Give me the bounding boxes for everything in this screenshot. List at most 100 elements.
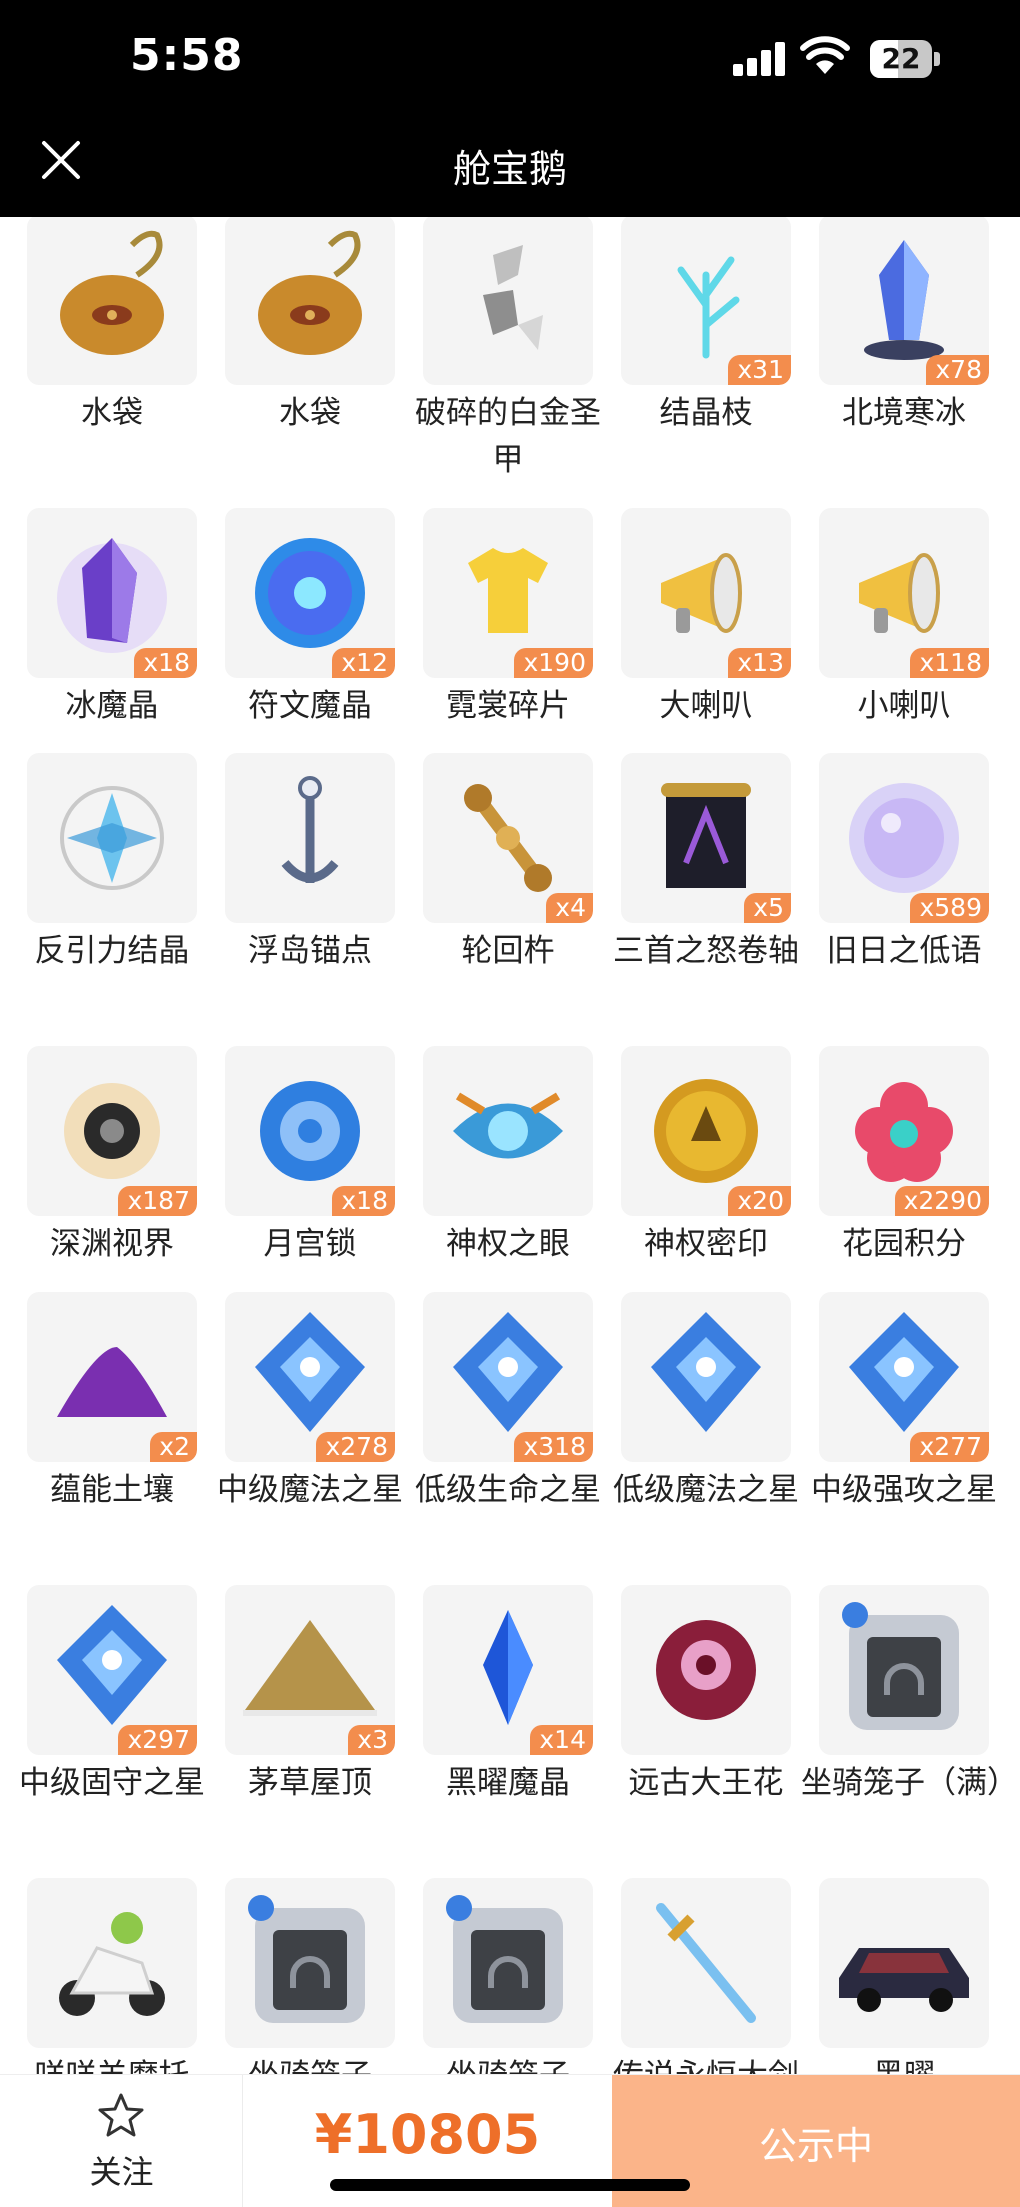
item-name: 三首之怒卷轴 — [613, 933, 799, 969]
item-tile — [27, 215, 197, 385]
pouch-icon — [60, 230, 164, 355]
broken-armor-icon — [483, 245, 543, 350]
divine-eye-icon — [453, 1092, 563, 1159]
count-badge: x18 — [134, 648, 197, 678]
cage-icon — [248, 1895, 365, 2023]
pouch-icon — [258, 230, 362, 355]
item-name: 小喇叭 — [857, 688, 951, 724]
count-badge: x589 — [910, 893, 989, 923]
item-name: 蕴能土壤 — [50, 1472, 174, 1508]
count-badge: x318 — [514, 1432, 593, 1462]
count-badge: x5 — [744, 893, 791, 923]
count-badge: x2290 — [894, 1186, 989, 1216]
item-tile: x3 — [225, 1585, 395, 1755]
item-name: 浮岛锚点 — [248, 933, 372, 969]
count-badge: x190 — [514, 648, 593, 678]
item-name: 大喇叭 — [659, 688, 753, 724]
item-name: 轮回杵 — [461, 933, 555, 969]
count-badge: x13 — [728, 648, 791, 678]
item-tile: x187 — [27, 1046, 197, 1216]
item-name: 低级魔法之星 — [613, 1472, 799, 1508]
count-badge: x14 — [530, 1725, 593, 1755]
battery-level: 22 — [881, 42, 921, 75]
item-tile — [27, 1878, 197, 2048]
wifi-icon — [800, 36, 850, 74]
cage-icon — [446, 1895, 563, 2023]
home-indicator — [330, 2179, 690, 2191]
item-name: 远古大王花 — [628, 1765, 784, 1801]
item-tile — [423, 1046, 593, 1216]
count-badge: x31 — [728, 355, 791, 385]
item-tile: x297 — [27, 1585, 197, 1755]
count-badge: x278 — [316, 1432, 395, 1462]
item-tile: x589 — [819, 753, 989, 923]
page-title: 舱宝鹅 — [452, 147, 567, 191]
item-tile — [225, 215, 395, 385]
item-tile — [621, 1292, 791, 1462]
public-status-label: 公示中 — [758, 2124, 873, 2168]
item-tile: x31 — [621, 215, 791, 385]
item-name: 霓裳碎片 — [446, 688, 570, 724]
item-tile: x20 — [621, 1046, 791, 1216]
cage-icon — [842, 1602, 959, 1730]
item-name: 冰魔晶 — [65, 688, 159, 724]
item-name: 反引力结晶 — [34, 933, 190, 969]
item-name: 旧日之低语 — [826, 933, 982, 969]
item-tile: x118 — [819, 508, 989, 678]
item-name: 中级固守之星 — [19, 1765, 205, 1801]
sword-icon — [656, 1903, 756, 2023]
top-bar: 5:58 22 舱宝鹅 — [0, 0, 1020, 217]
follow-button[interactable]: 关注 — [0, 2075, 243, 2207]
item-name: 中级魔法之星 — [217, 1472, 403, 1508]
item-tile — [27, 753, 197, 923]
item-name: 黑曜魔晶 — [446, 1765, 570, 1801]
item-name: 茅草屋顶 — [248, 1765, 372, 1801]
item-tile: x18 — [225, 1046, 395, 1216]
item-name: 月宫锁 — [263, 1226, 357, 1262]
item-name: 神权密印 — [644, 1226, 768, 1262]
item-tile: x13 — [621, 508, 791, 678]
item-tile: x4 — [423, 753, 593, 923]
count-badge: x187 — [118, 1186, 197, 1216]
item-name: 深渊视界 — [50, 1226, 174, 1262]
signal-icon — [733, 42, 785, 76]
item-tile: x2290 — [819, 1046, 989, 1216]
item-name: 结晶枝 — [659, 395, 753, 431]
item-name: 坐骑笼子（满） — [801, 1765, 1018, 1801]
price-value: ¥10805 — [314, 2103, 541, 2166]
item-name: 符文魔晶 — [248, 688, 372, 724]
item-tile: x78 — [819, 215, 989, 385]
count-badge: x4 — [546, 893, 593, 923]
item-tile: x2 — [27, 1292, 197, 1462]
item-name: 低级生命之星 — [415, 1472, 601, 1508]
item-tile — [225, 1878, 395, 2048]
count-badge: x18 — [332, 1186, 395, 1216]
item-name: 水袋 — [81, 395, 143, 431]
item-tile — [423, 1878, 593, 2048]
item-tile — [819, 1878, 989, 2048]
item-tile: x14 — [423, 1585, 593, 1755]
star-icon — [98, 2093, 144, 2137]
item-tile: x5 — [621, 753, 791, 923]
item-tile: x18 — [27, 508, 197, 678]
item-name: 破碎的白金圣甲 — [415, 395, 601, 478]
count-badge: x2 — [150, 1432, 197, 1462]
item-name: 水袋 — [279, 395, 341, 431]
battery-icon: 22 — [870, 40, 940, 78]
car-icon — [839, 1948, 969, 2012]
count-badge: x78 — [926, 355, 989, 385]
item-tile — [225, 753, 395, 923]
item-name: 中级强攻之星 — [811, 1472, 997, 1508]
count-badge: x277 — [910, 1432, 989, 1462]
count-badge: x3 — [348, 1725, 395, 1755]
bottom-bar: 关注 ¥10805 公示中 — [0, 2074, 1020, 2207]
motorbike-icon — [59, 1912, 165, 2016]
rafflesia-icon — [656, 1620, 756, 1720]
item-grid: 水袋 水袋 破碎的白金圣甲 x31 结晶枝 x78 北境寒冰 x18 冰魔晶 x12 符文魔晶 x19… — [0, 0, 1020, 2080]
star-gem-icon — [651, 1312, 761, 1432]
anti-gravity-icon — [60, 786, 164, 890]
count-badge: x118 — [910, 648, 989, 678]
item-tile: x277 — [819, 1292, 989, 1462]
item-tile: x12 — [225, 508, 395, 678]
item-tile — [621, 1878, 791, 2048]
